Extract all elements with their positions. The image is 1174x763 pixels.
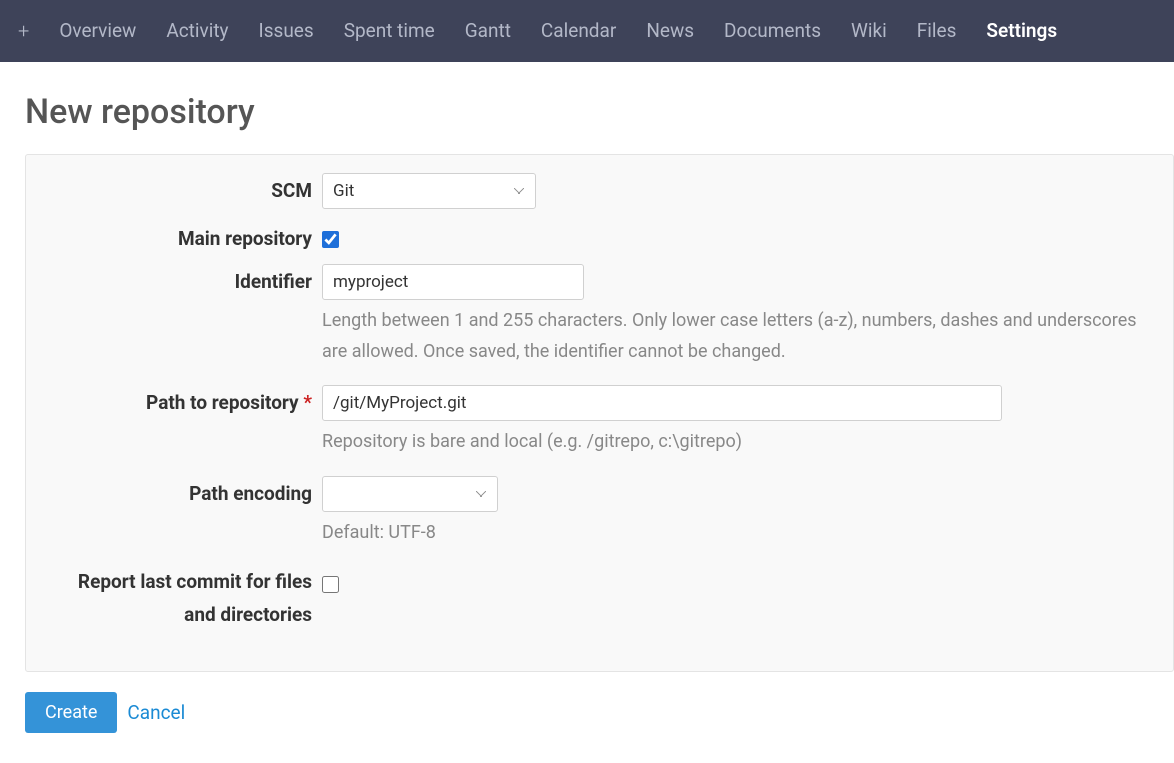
main-repository-checkbox[interactable]	[322, 231, 339, 248]
nav-settings[interactable]: Settings	[971, 0, 1072, 62]
nav-gantt[interactable]: Gantt	[450, 0, 526, 62]
identifier-input[interactable]	[322, 264, 584, 300]
nav-overview[interactable]: Overview	[44, 0, 151, 62]
page-title: New repository	[25, 92, 1174, 132]
top-nav: + Overview Activity Issues Spent time Ga…	[0, 0, 1174, 62]
nav-wiki[interactable]: Wiki	[836, 0, 902, 62]
required-marker: *	[303, 391, 312, 414]
report-last-commit-checkbox[interactable]	[322, 576, 339, 593]
scm-label: SCM	[44, 173, 322, 202]
path-label: Path to repository *	[44, 385, 322, 414]
nav-files[interactable]: Files	[902, 0, 972, 62]
identifier-help: Length between 1 and 255 characters. Onl…	[322, 306, 1155, 367]
main-repository-label: Main repository	[44, 221, 322, 250]
nav-issues[interactable]: Issues	[244, 0, 329, 62]
path-encoding-help: Default: UTF-8	[322, 518, 1155, 549]
new-object-button[interactable]: +	[14, 19, 44, 43]
nav-spent-time[interactable]: Spent time	[329, 0, 450, 62]
create-button[interactable]: Create	[25, 692, 117, 733]
main-content: New repository SCM Git Main repository I…	[0, 62, 1174, 763]
nav-calendar[interactable]: Calendar	[526, 0, 631, 62]
identifier-label: Identifier	[44, 264, 322, 293]
repository-form: SCM Git Main repository Identifier Lengt…	[25, 154, 1174, 672]
scm-select[interactable]: Git	[322, 173, 536, 209]
nav-documents[interactable]: Documents	[709, 0, 836, 62]
path-input[interactable]	[322, 385, 1002, 421]
path-encoding-select[interactable]	[322, 476, 498, 512]
cancel-link[interactable]: Cancel	[127, 701, 185, 724]
form-actions: Create Cancel	[25, 692, 1174, 733]
nav-news[interactable]: News	[631, 0, 709, 62]
path-encoding-label: Path encoding	[44, 476, 322, 505]
nav-activity[interactable]: Activity	[151, 0, 243, 62]
report-last-commit-label: Report last commit for files and directo…	[44, 566, 322, 631]
path-help: Repository is bare and local (e.g. /gitr…	[322, 427, 1155, 458]
